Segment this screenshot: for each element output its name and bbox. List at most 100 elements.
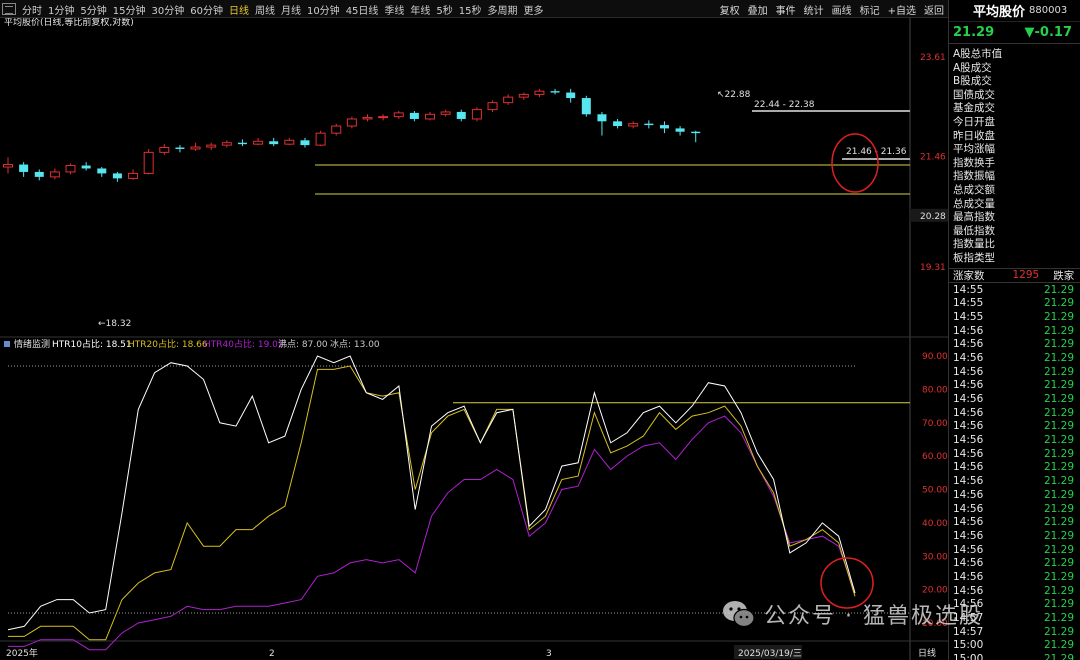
tick-time: 14:56 <box>953 393 984 405</box>
tab-8[interactable]: 月线 <box>281 2 301 17</box>
period-toolbar: 分时 1分钟 5分钟 15分钟 30分钟 60分钟 日线 周线 月线 10分钟 45日线 季线 年线 5秒… <box>0 0 948 18</box>
index-code: 880003 <box>1029 5 1068 16</box>
chart-area[interactable]: 平均股价(日线,等比前复权,对数) 23.61 21.46 20.28 19.31 ↖22… <box>0 18 948 660</box>
candle-body <box>34 171 44 177</box>
tick-row: 14:56 21.29 <box>949 530 1080 544</box>
tool-button-1[interactable]: 叠加 <box>748 2 768 17</box>
candle-body <box>534 90 545 95</box>
candle-body <box>378 116 389 119</box>
tab-12[interactable]: 年线 <box>410 2 430 17</box>
tick-time: 14:56 <box>953 529 984 542</box>
candle-body <box>597 114 607 122</box>
tick-row: 14:56 21.29 <box>949 325 1080 339</box>
candle-body <box>425 113 436 120</box>
tick-row: 14:56 21.29 <box>949 420 1080 434</box>
tab-3[interactable]: 15分钟 <box>113 2 146 17</box>
indicator-axis-label: 80.00 <box>922 385 948 395</box>
tick-price: 21.29 <box>1043 625 1074 638</box>
candle-body <box>97 168 107 174</box>
quote-field-0: A股总市值 <box>953 48 1003 60</box>
candle-body <box>331 125 342 134</box>
tool-buttons: 复权 叠加 事件 统计 画线 标记 +自选 返回 <box>712 0 944 18</box>
tick-price: 21.29 <box>1043 612 1074 624</box>
tick-row: 14:56 21.29 <box>949 557 1080 571</box>
tab-14[interactable]: 15秒 <box>459 2 482 17</box>
candle-body <box>81 165 91 169</box>
grid-layout-icon[interactable] <box>2 3 16 15</box>
candle-body <box>566 92 576 99</box>
candle-body <box>675 128 685 132</box>
tick-row: 14:56 21.29 <box>949 393 1080 407</box>
tool-button-4[interactable]: 画线 <box>832 2 852 17</box>
tool-button-3[interactable]: 统计 <box>804 2 824 17</box>
tick-time: 14:56 <box>953 434 984 447</box>
tool-button-0[interactable]: 复权 <box>720 2 740 17</box>
price-change: ▼-0.17 <box>1024 25 1072 40</box>
tab-15[interactable]: 多周期 <box>488 2 518 17</box>
high-marker: ↖22.88 <box>717 90 751 100</box>
tick-row: 14:55 21.29 <box>949 297 1080 311</box>
tick-price: 21.29 <box>1043 447 1074 460</box>
quote-panel: 平均股价 880003 21.29 ▼-0.17 A股总市值 A股成交 B股成交 国债… <box>948 0 1080 660</box>
quote-header: 平均股价 880003 <box>949 0 1080 22</box>
indicator-axis-label: 40.00 <box>922 519 948 529</box>
candle-body <box>659 125 669 129</box>
quote-field-7: 平均涨幅 <box>953 143 995 156</box>
candle-body <box>300 140 310 146</box>
tick-price: 21.29 <box>1043 529 1074 542</box>
tick-price: 21.29 <box>1043 543 1074 556</box>
tool-button-5[interactable]: 标记 <box>860 2 880 17</box>
xaxis-label-year: 2025年 <box>6 647 38 659</box>
tick-row: 14:56 21.29 <box>949 489 1080 503</box>
advance-label: 涨家数 <box>953 269 985 282</box>
tab-5[interactable]: 60分钟 <box>190 2 223 17</box>
tick-price: 21.29 <box>1043 406 1074 419</box>
quote-field-13: 最低指数 <box>953 224 995 237</box>
tab-1[interactable]: 1分钟 <box>48 2 74 17</box>
tick-price: 21.29 <box>1043 434 1074 447</box>
tab-0[interactable]: 分时 <box>22 2 42 17</box>
quote-fields: A股总市值 A股成交 B股成交 国债成交 基金成交 今日开盘 昨日收盘 平均涨幅 指数换手 指数振… <box>949 44 1080 266</box>
tab-11[interactable]: 季线 <box>384 2 404 17</box>
tick-price: 21.29 <box>1043 557 1074 570</box>
quote-field-12: 最高指数 <box>953 211 995 224</box>
candle-body <box>409 112 419 119</box>
candle-body <box>550 91 560 93</box>
candle-body <box>284 139 295 145</box>
tick-row: 14:56 21.29 <box>949 544 1080 558</box>
tick-row: 14:56 21.29 <box>949 338 1080 352</box>
tool-button-7[interactable]: 返回 <box>924 2 944 17</box>
htr10-series <box>7 355 856 631</box>
tick-price: 21.29 <box>1043 365 1074 378</box>
indicator-axis-label: 60.00 <box>922 452 948 462</box>
xaxis-label-feb: 2 <box>269 649 275 659</box>
candle-body <box>190 146 201 150</box>
tab-9[interactable]: 10分钟 <box>307 2 340 17</box>
tick-time: 14:55 <box>953 297 984 310</box>
tab-4[interactable]: 30分钟 <box>151 2 184 17</box>
tab-13[interactable]: 5秒 <box>436 2 452 17</box>
tab-16[interactable]: 更多 <box>524 2 544 17</box>
period-tabs: 分时 1分钟 5分钟 15分钟 30分钟 60分钟 日线 周线 月线 10分钟 45日线 季线 年线 5秒… <box>2 0 550 18</box>
tab-10[interactable]: 45日线 <box>346 2 379 17</box>
tick-time: 14:56 <box>953 557 984 570</box>
tick-time: 14:56 <box>953 584 984 597</box>
tab-2[interactable]: 5分钟 <box>80 2 106 17</box>
tick-price: 21.29 <box>1043 653 1074 660</box>
tab-7[interactable]: 周线 <box>255 2 275 17</box>
candle-body <box>269 141 279 145</box>
tick-price: 21.29 <box>1043 570 1074 583</box>
tick-time: 14:56 <box>953 338 984 351</box>
tick-time: 14:56 <box>953 324 984 337</box>
tool-button-2[interactable]: 事件 <box>776 2 796 17</box>
tab-6[interactable]: 日线 <box>229 2 249 17</box>
indicator-axis-label: 70.00 <box>922 419 948 429</box>
tick-time: 14:56 <box>953 502 984 515</box>
tool-button-6[interactable]: +自选 <box>888 2 916 17</box>
tick-row: 14:56 21.29 <box>949 434 1080 448</box>
candle-body <box>221 142 232 146</box>
tick-price: 21.29 <box>1043 297 1074 310</box>
tick-row: 14:56 21.29 <box>949 503 1080 517</box>
xaxis-cursor-date: 2025/03/19/三 <box>738 649 802 659</box>
decline-label: 跌家 <box>1053 269 1075 282</box>
